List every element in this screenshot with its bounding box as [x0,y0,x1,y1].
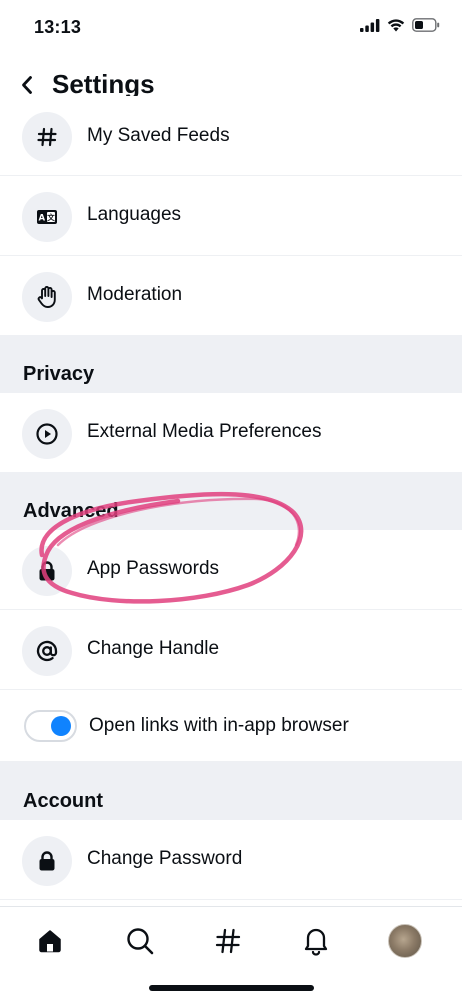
hand-icon [37,286,56,308]
avatar [388,924,422,958]
in-app-browser-toggle[interactable] [24,710,77,742]
icon-circle [22,409,72,459]
lock-icon [39,851,55,871]
section-title: Privacy [23,363,95,385]
play-circle-icon [36,423,58,445]
nav-feeds[interactable] [206,919,250,963]
status-bar: 13:13 [0,0,462,56]
settings-row-moderation[interactable]: Moderation [0,256,462,336]
settings-row-change-password[interactable]: Change Password [0,820,462,900]
row-label: My Saved Feeds [87,125,230,146]
nav-search[interactable] [118,919,162,963]
status-time: 13:13 [34,17,82,37]
settings-row-in-app-browser: Open links with in-app browser [0,690,462,762]
icon-circle [22,836,72,886]
section-header-advanced: Advanced [0,472,462,530]
settings-row-change-handle[interactable]: Change Handle [0,610,462,690]
row-label: Change Handle [87,638,220,659]
nav-notifications[interactable] [294,919,338,963]
icon-circle [22,112,72,162]
icon-circle: A 文 [22,192,72,242]
row-label: App Passwords [87,558,220,579]
section-header-account: Account [0,762,462,820]
section-title: Advanced [23,500,119,522]
translate-icon: A 文 [37,210,57,224]
row-label: Moderation [87,284,183,305]
settings-row-external-media[interactable]: External Media Preferences [0,393,462,473]
bottom-nav [0,906,462,1000]
section-header-privacy: Privacy [0,335,462,393]
icon-circle [22,272,72,322]
svg-text:文: 文 [47,212,55,222]
section-title: Account [23,790,103,812]
cellular-signal-icon [360,18,380,32]
home-indicator [149,985,314,991]
svg-text:A: A [39,214,46,224]
status-icons [360,18,440,32]
settings-row-app-passwords[interactable]: App Passwords [0,530,462,610]
bell-icon [304,928,328,956]
row-label: Change Password [87,848,243,869]
battery-icon [412,18,440,32]
hash-icon [37,127,57,147]
settings-row-languages[interactable]: A 文 Languages [0,176,462,256]
icon-circle [22,626,72,676]
wifi-icon [387,18,405,31]
nav-profile[interactable] [383,919,427,963]
row-label: External Media Preferences [87,421,322,442]
at-sign-icon [36,640,58,662]
search-icon [127,928,154,955]
nav-home[interactable] [28,919,72,963]
icon-circle [22,546,72,596]
chevron-left-icon [22,76,32,94]
row-label: Languages [87,204,182,225]
toggle-label: Open links with in-app browser [89,715,349,736]
lock-icon [39,561,55,581]
home-icon [39,930,61,953]
toggle-knob [51,716,71,736]
settings-row-saved-feeds[interactable]: My Saved Feeds [0,96,462,176]
hash-icon [215,928,241,954]
